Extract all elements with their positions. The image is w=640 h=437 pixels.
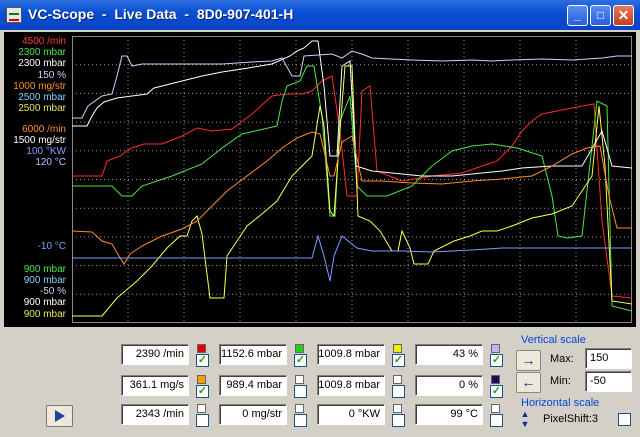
title-bar: VC-Scope - Live Data - 8D0-907-401-H _ □… — [0, 0, 640, 30]
scale-label: 900 mbar — [23, 264, 66, 275]
scale-label: 120 °C — [35, 157, 66, 168]
color-swatch[interactable] — [393, 344, 402, 353]
color-swatch[interactable] — [491, 375, 500, 384]
play-button[interactable] — [46, 405, 73, 427]
window-title: VC-Scope - Live Data - 8D0-907-401-H — [28, 6, 294, 22]
trace-checkbox[interactable]: ✓ — [196, 354, 209, 367]
color-swatch[interactable] — [491, 404, 500, 413]
left-arrow-icon: ← — [521, 374, 536, 390]
readout-value: 2343 /min — [121, 404, 189, 425]
scope-icon[interactable] — [6, 7, 22, 23]
readout-value: 0 °KW — [317, 404, 385, 425]
trace-checkbox[interactable] — [294, 385, 307, 398]
scale-label: 2500 mbar — [18, 103, 66, 114]
timing-trace — [72, 234, 632, 282]
scale-label: 2300 mbar — [18, 58, 66, 69]
trace-checkbox[interactable] — [294, 414, 307, 427]
scroll-left-button[interactable]: ← — [516, 372, 541, 393]
scale-label: 900 mbar — [23, 275, 66, 286]
readout-value: 1009.8 mbar — [317, 375, 385, 396]
scale-label: 900 mbar — [23, 297, 66, 308]
readout-value: 361.1 mg/s — [121, 375, 189, 396]
color-swatch[interactable] — [197, 375, 206, 384]
color-swatch[interactable] — [393, 375, 402, 384]
scroll-right-button[interactable]: → — [516, 350, 541, 371]
pixel-shift-label: PixelShift:3 — [543, 413, 599, 425]
min-label: Min: — [550, 375, 571, 387]
vertical-scale-title: Vertical scale — [521, 334, 586, 346]
plot-traces — [72, 40, 632, 317]
trace-checkbox[interactable]: ✓ — [490, 385, 503, 398]
color-swatch[interactable] — [393, 404, 402, 413]
readout-value: 99 °C — [415, 404, 483, 425]
scope-graph: 4500 /min 2300 mbar 2300 mbar 150 % 1000 mg/… — [4, 32, 636, 327]
scale-label: 1500 mg/str — [13, 135, 66, 146]
pixel-shift-spinner[interactable]: ▲ ▼ — [519, 409, 531, 431]
scale-label: 6000 /min — [22, 124, 66, 135]
scale-label: 100 °KW — [26, 146, 66, 157]
color-swatch[interactable] — [295, 344, 304, 353]
maximize-button[interactable]: □ — [590, 5, 611, 26]
color-swatch[interactable] — [491, 344, 500, 353]
min-input[interactable]: -50 — [585, 371, 632, 392]
trace-checkbox[interactable] — [392, 385, 405, 398]
readout-value: 1152.6 mbar — [219, 344, 287, 365]
scale-label: 2300 mbar — [18, 47, 66, 58]
pixel-shift-checkbox[interactable] — [618, 413, 631, 426]
max-input[interactable]: 150 — [585, 348, 632, 369]
readout-value: 1009.8 mbar — [317, 344, 385, 365]
color-swatch[interactable] — [197, 404, 206, 413]
scale-label: 150 % — [37, 70, 66, 81]
readout-value: 0 % — [415, 375, 483, 396]
scale-label: 4500 /min — [22, 36, 66, 47]
scale-label: 1000 mg/str — [13, 81, 66, 92]
scale-label: 2500 mbar — [18, 92, 66, 103]
color-swatch[interactable] — [295, 404, 304, 413]
scale-label: -10 °C — [37, 241, 66, 252]
readout-value: 2390 /min — [121, 344, 189, 365]
color-swatch[interactable] — [197, 344, 206, 353]
trace-checkbox[interactable] — [392, 414, 405, 427]
trace-checkbox[interactable]: ✓ — [392, 354, 405, 367]
play-icon — [55, 410, 65, 422]
max-label: Max: — [550, 353, 574, 365]
trace-checkbox[interactable]: ✓ — [490, 354, 503, 367]
scope-plot[interactable] — [72, 36, 632, 323]
horizontal-scale-title: Horizontal scale — [521, 397, 600, 409]
minimize-button[interactable]: _ — [567, 5, 588, 26]
readout-value: 43 % — [415, 344, 483, 365]
trace-checkbox[interactable]: ✓ — [294, 354, 307, 367]
scale-label: -50 % — [39, 286, 66, 297]
right-arrow-icon: → — [521, 352, 536, 368]
readout-value: 989.4 mbar — [219, 375, 287, 396]
trace-checkbox[interactable] — [490, 414, 503, 427]
close-button[interactable]: ✕ — [613, 5, 634, 26]
trace-checkbox[interactable]: ✓ — [196, 385, 209, 398]
scale-label: 900 mbar — [23, 309, 66, 320]
color-swatch[interactable] — [295, 375, 304, 384]
readout-value: 0 mg/str — [219, 404, 287, 425]
trace-checkbox[interactable] — [196, 414, 209, 427]
